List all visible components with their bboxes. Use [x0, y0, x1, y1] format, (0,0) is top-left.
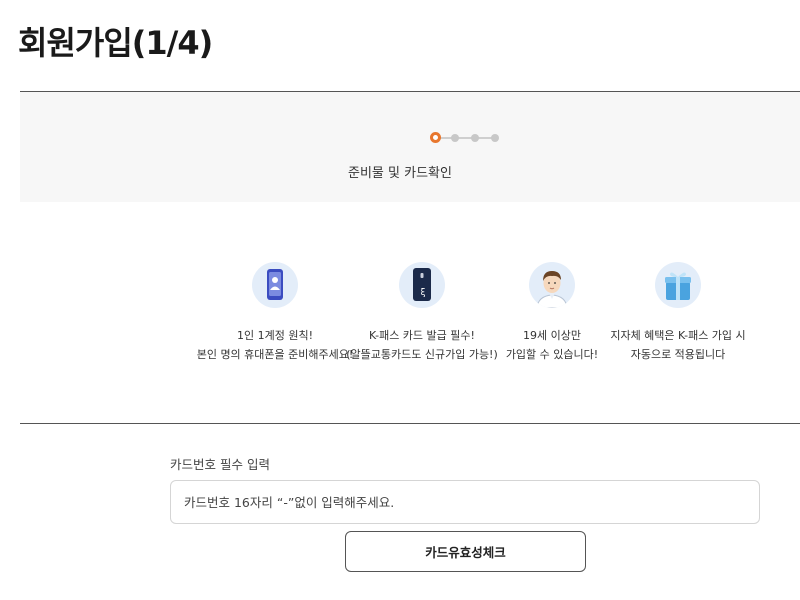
svg-text:ξ: ξ	[420, 288, 425, 298]
step-label: 준비물 및 카드확인	[348, 166, 452, 181]
requirements-list: 1인 1계정 원칙! 본인 명의 휴대폰을 준비해주세요! ξ K-패스 카드 …	[195, 262, 795, 372]
step-dot-4	[491, 134, 499, 142]
feature-phone: 1인 1계정 원칙! 본인 명의 휴대폰을 준비해주세요!	[195, 262, 355, 364]
step-dot-3	[471, 134, 479, 142]
card-validity-check-button[interactable]: 카드유효성체크	[345, 531, 586, 572]
step-dot-2	[451, 134, 459, 142]
feature-caption: 지자체 혜택은 K-패스 가입 시 자동으로 적용됩니다	[610, 329, 746, 361]
step-indicator	[430, 132, 510, 144]
step-panel: 준비물 및 카드확인	[20, 92, 800, 202]
adult-person-icon	[529, 262, 575, 308]
divider-middle	[20, 423, 800, 424]
step-dot-1	[430, 132, 441, 143]
card-number-label: 카드번호 필수 입력	[170, 457, 270, 472]
smartphone-user-icon	[252, 262, 298, 308]
step-connector-line	[436, 137, 494, 139]
gift-box-icon	[655, 262, 701, 308]
page-title: 회원가입(1/4)	[18, 24, 213, 62]
feature-benefit: 지자체 혜택은 K-패스 가입 시 자동으로 적용됩니다	[598, 262, 758, 364]
kpass-card-icon: ξ	[399, 262, 445, 308]
card-number-input[interactable]	[170, 480, 760, 524]
feature-caption: 1인 1계정 원칙! 본인 명의 휴대폰을 준비해주세요!	[196, 329, 354, 361]
